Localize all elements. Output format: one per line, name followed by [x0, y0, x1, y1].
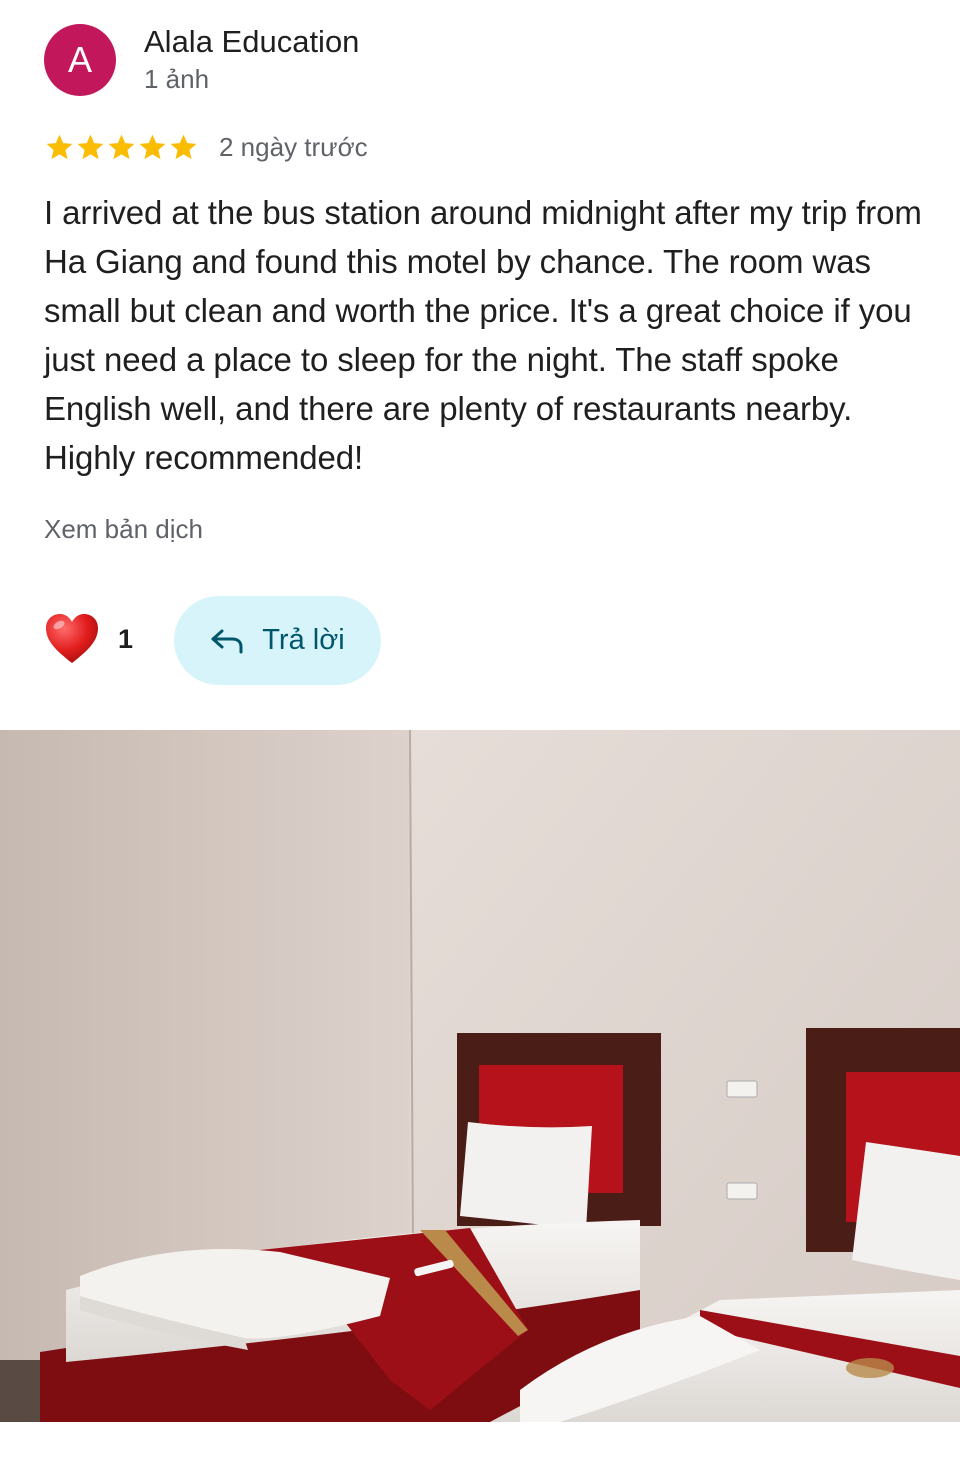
star-icon: [139, 134, 166, 160]
heart-icon[interactable]: [44, 612, 100, 666]
author-name[interactable]: Alala Education: [144, 24, 359, 60]
review-text: I arrived at the bus station around midn…: [44, 194, 922, 476]
avatar[interactable]: A: [44, 24, 116, 96]
star-icon: [77, 134, 104, 160]
star-icon: [170, 134, 197, 160]
star-icon: [46, 134, 73, 160]
reply-label: Trả lời: [262, 624, 345, 656]
star-icon: [108, 134, 135, 160]
hotel-room-photo: [0, 730, 960, 1422]
like-count: 1: [118, 623, 134, 654]
review-photo[interactable]: [0, 730, 960, 1422]
like-reaction[interactable]: 1: [44, 612, 133, 666]
reply-arrow-icon: [211, 629, 243, 653]
review-date: 2 ngày trước: [219, 132, 368, 162]
author-photo-count: 1 ảnh: [144, 64, 210, 94]
see-translation-link[interactable]: Xem bản dịch: [44, 514, 203, 545]
reply-button[interactable]: Trả lời: [174, 596, 381, 685]
rating-row: 2 ngày trước: [44, 132, 368, 163]
star-rating: [44, 132, 199, 163]
